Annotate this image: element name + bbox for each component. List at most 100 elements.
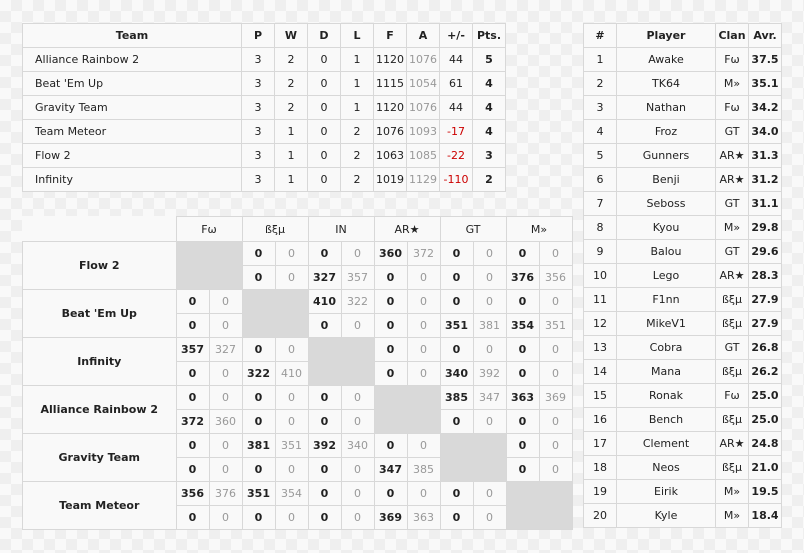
player-row: 14 Mana ßξμ 26.2 [583, 359, 782, 384]
matrix-score-for: 0 [373, 433, 408, 458]
matrix-score-against: 0 [340, 385, 375, 410]
player-clan: AR★ [715, 167, 749, 192]
player-average: 18.4 [748, 503, 782, 528]
team-name: Beat 'Em Up [22, 71, 242, 96]
player-average: 31.1 [748, 191, 782, 216]
matrix-score-against: 0 [472, 289, 507, 314]
matrix-score-against: 0 [406, 337, 441, 362]
matrix-score-against: 354 [274, 481, 309, 506]
standings-row: Flow 2 3 1 0 2 1063 1085 -22 3 [22, 143, 506, 168]
player-average: 31.3 [748, 143, 782, 168]
points-against: 1093 [406, 119, 440, 144]
matrix-score-for: 0 [439, 409, 474, 434]
players-header-row: # Player Clan Avr. [583, 23, 782, 48]
player-name: MikeV1 [616, 311, 716, 336]
col-clan: Clan [715, 23, 749, 48]
wins: 1 [274, 119, 308, 144]
col-player: Player [616, 23, 716, 48]
matrix-score-for: 392 [307, 433, 342, 458]
matrix-score-against: 363 [406, 505, 441, 530]
matrix-score-for: 0 [439, 481, 474, 506]
player-rank: 12 [583, 311, 617, 336]
matrix-score-for: 0 [505, 241, 540, 266]
player-name: Awake [616, 47, 716, 72]
player-row: 7 Seboss GT 31.1 [583, 191, 782, 216]
player-clan: AR★ [715, 263, 749, 288]
player-average: 25.0 [748, 383, 782, 408]
played: 3 [241, 95, 275, 120]
player-average: 27.9 [748, 287, 782, 312]
player-clan: M» [715, 71, 749, 96]
matrix-score-for: 381 [241, 433, 276, 458]
player-average: 31.2 [748, 167, 782, 192]
matrix-score-against: 351 [538, 313, 573, 338]
matrix-score-for: 376 [505, 265, 540, 290]
matrix-score-against: 0 [340, 457, 375, 482]
player-name: Mana [616, 359, 716, 384]
matrix-score-for: 0 [241, 409, 276, 434]
matrix-score-for: 0 [373, 289, 408, 314]
matrix-score-for: 354 [505, 313, 540, 338]
team-name: Gravity Team [22, 95, 242, 120]
matrix-self-cell [307, 337, 375, 386]
player-average: 25.0 [748, 407, 782, 432]
points: 3 [472, 143, 506, 168]
points-against: 1085 [406, 143, 440, 168]
player-name: TK64 [616, 71, 716, 96]
losses: 1 [340, 95, 374, 120]
matrix-score-for: 363 [505, 385, 540, 410]
matrix-col-clan: AR★ [373, 216, 441, 242]
players-table: # Player Clan Avr. 1 Awake Fω 37.5 2 TK64 M» 35… [583, 23, 782, 528]
player-clan: GT [715, 191, 749, 216]
matrix-score-against: 0 [538, 241, 573, 266]
matrix-score-for: 0 [175, 313, 210, 338]
matrix-score-for: 0 [175, 361, 210, 386]
matrix-score-against: 0 [274, 337, 309, 362]
matrix-score-for: 0 [307, 505, 342, 530]
point-diff: 44 [439, 47, 473, 72]
matrix-score-against: 347 [472, 385, 507, 410]
matrix-score-for: 0 [241, 505, 276, 530]
matrix-row: Flow 2 0 0 0 0 360 372 0 0 0 0 [22, 241, 573, 290]
player-clan: Fω [715, 95, 749, 120]
matrix-score-against: 385 [406, 457, 441, 482]
player-average: 29.8 [748, 215, 782, 240]
point-diff: -110 [439, 167, 473, 192]
matrix-score-for: 327 [307, 265, 342, 290]
player-rank: 4 [583, 119, 617, 144]
player-rank: 15 [583, 383, 617, 408]
matrix-score-for: 0 [175, 457, 210, 482]
matrix-score-against: 0 [340, 313, 375, 338]
matrix-score-against: 0 [274, 457, 309, 482]
matrix-score-for: 0 [373, 481, 408, 506]
matrix-score-for: 0 [439, 337, 474, 362]
player-name: Benji [616, 167, 716, 192]
points-for: 1115 [373, 71, 407, 96]
player-row: 3 Nathan Fω 34.2 [583, 95, 782, 120]
matrix-team-name: Team Meteor [22, 481, 177, 530]
matrix-score-for: 0 [241, 241, 276, 266]
player-name: Lego [616, 263, 716, 288]
matrix-row: Gravity Team 0 0 381 351 392 340 0 0 0 0 [22, 433, 573, 482]
player-name: Ronak [616, 383, 716, 408]
player-rank: 2 [583, 71, 617, 96]
player-average: 35.1 [748, 71, 782, 96]
col-played: P [241, 23, 275, 48]
standings-row: Alliance Rainbow 2 3 2 0 1 1120 1076 44 5 [22, 47, 506, 72]
player-clan: ßξμ [715, 287, 749, 312]
col-diff: +/- [439, 23, 473, 48]
matrix-score-against: 0 [406, 313, 441, 338]
player-rank: 8 [583, 215, 617, 240]
standings-row: Gravity Team 3 2 0 1 1120 1076 44 4 [22, 95, 506, 120]
matrix-score-against: 0 [406, 361, 441, 386]
matrix-score-against: 0 [208, 433, 243, 458]
matrix-score-against: 410 [274, 361, 309, 386]
matrix-self-cell [373, 385, 441, 434]
player-average: 24.8 [748, 431, 782, 456]
matrix-score-against: 0 [274, 265, 309, 290]
matrix-score-for: 0 [373, 313, 408, 338]
matrix-score-against: 376 [208, 481, 243, 506]
matrix-score-against: 372 [406, 241, 441, 266]
losses: 1 [340, 71, 374, 96]
matrix-score-against: 356 [538, 265, 573, 290]
